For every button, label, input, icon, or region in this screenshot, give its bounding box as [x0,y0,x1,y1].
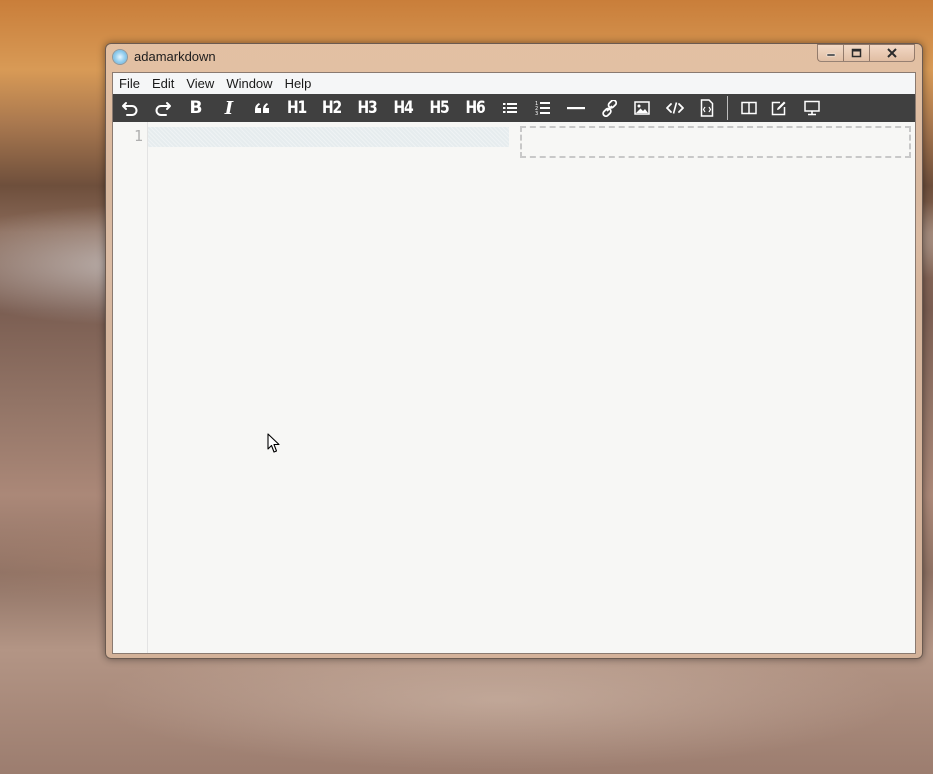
edit-icon [771,101,786,116]
line-number: 1 [133,127,143,145]
menu-window[interactable]: Window [220,73,278,94]
link-button[interactable] [593,94,625,122]
redo-icon [155,102,171,116]
menu-bar: File Edit View Window Help [113,73,915,95]
hr-icon [567,107,585,110]
markdown-editor[interactable]: 1 [113,122,513,653]
close-button[interactable] [869,44,915,62]
link-icon [601,99,617,117]
h2-label: H2 [322,98,342,118]
h3-button[interactable]: H3 [352,94,382,122]
image-button[interactable] [625,94,659,122]
active-line[interactable] [148,127,509,147]
bold-label: B [189,98,203,118]
bold-button[interactable]: B [179,94,213,122]
line-number-gutter: 1 [113,122,148,653]
undo-button[interactable] [113,94,147,122]
title-bar[interactable]: adamarkdown [106,44,922,71]
minimize-button[interactable] [817,44,843,62]
code-icon [666,102,684,114]
menu-help[interactable]: Help [279,73,318,94]
quote-button[interactable] [245,94,279,122]
italic-button[interactable]: I [213,94,245,122]
h5-button[interactable]: H5 [424,94,454,122]
preview-mode-button[interactable] [796,94,828,122]
image-icon [634,101,650,115]
redo-button[interactable] [147,94,179,122]
caption-buttons [817,44,915,64]
app-client-area: File Edit View Window Help B I H1 H2 H3 … [112,72,916,654]
maximize-button[interactable] [843,44,869,62]
window-title: adamarkdown [134,49,216,64]
h6-button[interactable]: H6 [460,94,490,122]
undo-icon [122,102,138,116]
horizontal-rule-button[interactable] [559,94,593,122]
maximize-icon [851,48,862,58]
mouse-cursor-icon [267,433,280,453]
ordered-list-button[interactable]: 123 [527,94,559,122]
h5-label: H5 [429,98,450,118]
menu-file[interactable]: File [113,73,146,94]
list-ol-icon: 123 [535,101,550,116]
columns-icon [741,101,757,115]
h3-label: H3 [357,98,378,118]
desktop-icon [804,100,820,116]
edit-mode-button[interactable] [762,94,796,122]
editor-toolbar: B I H1 H2 H3 H4 H5 H6 123 [113,94,915,122]
h6-label: H6 [465,98,486,118]
h4-button[interactable]: H4 [388,94,418,122]
list-ul-icon [503,103,517,113]
app-window: adamarkdown File Edit View Window Help B… [105,43,923,659]
quote-icon [255,103,269,113]
code-button[interactable] [659,94,691,122]
italic-label: I [224,97,234,119]
h2-button[interactable]: H2 [317,94,346,122]
h1-button[interactable]: H1 [282,94,311,122]
h1-label: H1 [287,98,307,118]
h4-label: H4 [393,98,414,118]
toolbar-separator [727,96,728,120]
menu-edit[interactable]: Edit [146,73,180,94]
menu-view[interactable]: View [180,73,220,94]
minimize-icon [826,53,835,57]
electron-atom-icon [113,50,127,64]
code-file-icon [700,99,714,117]
split-view-button[interactable] [736,94,762,122]
preview-pane [520,126,911,158]
svg-text:3: 3 [535,111,538,116]
unordered-list-button[interactable] [493,94,527,122]
code-file-button[interactable] [691,94,723,122]
close-icon [887,48,897,58]
